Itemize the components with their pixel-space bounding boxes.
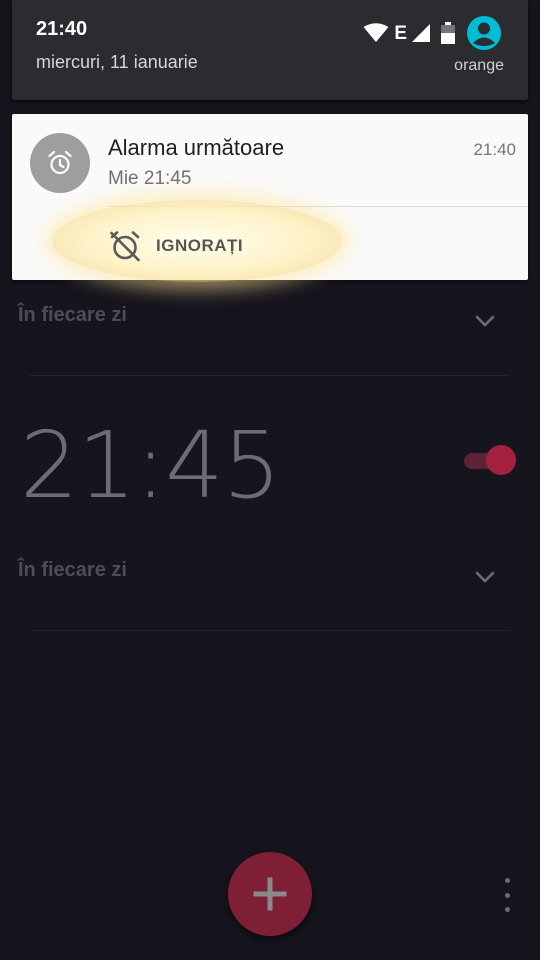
alarm-1-repeat-label[interactable]: În fiecare zi [18,304,127,327]
add-alarm-button[interactable] [228,852,312,936]
shade-date[interactable]: miercuri, 11 ianuarie [36,52,198,73]
alarm-2-toggle[interactable] [462,445,516,475]
notification-time: 21:40 [473,140,516,159]
wifi-icon [363,23,389,42]
menu-dot [504,878,510,883]
shade-time: 21:40 [36,18,88,40]
carrier-label: orange [454,57,504,74]
alarm-screen: 21:40 miercuri, 11 ianuarie E orange Ala… [0,0,540,960]
chevron-down-icon[interactable] [474,314,496,328]
menu-dot [504,907,510,912]
signal-icon [412,24,430,42]
notification-divider [108,206,528,207]
plus-icon [253,877,287,911]
dismiss-alarm-label: IGNORAȚI [156,236,244,255]
battery-icon [441,22,455,44]
status-icons: E [363,16,502,50]
menu-dot [504,892,510,898]
account-icon[interactable] [466,15,502,51]
next-alarm-notification[interactable]: Alarma următoare Mie 21:45 21:40 IGNORAȚ… [12,114,528,282]
more-vert-icon[interactable] [500,878,514,912]
chevron-down-icon[interactable] [474,570,496,584]
notification-shade-header[interactable]: 21:40 miercuri, 11 ianuarie E orange [12,0,528,100]
toggle-thumb [486,445,516,475]
alarm-divider [30,630,510,631]
network-type-label: E [394,22,407,44]
notification-title: Alarma următoare [108,135,285,160]
alarm-divider [30,375,510,376]
notification-subtitle: Mie 21:45 [108,168,192,189]
alarm-clock-icon [48,150,72,175]
dismiss-alarm-button[interactable]: IGNORAȚI [108,226,243,266]
alarm-2-repeat-label[interactable]: În fiecare zi [18,559,127,582]
notification-avatar [30,133,90,193]
alarm-2-time[interactable]: 21:45 [20,412,281,519]
alarm-off-icon [110,231,140,262]
